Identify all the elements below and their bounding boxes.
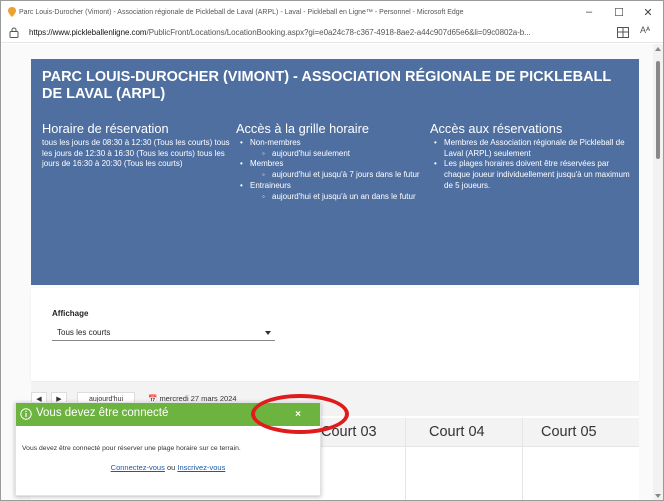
court-header-04: Court 04 (429, 424, 485, 440)
list-item: Entraineurs aujourd'hui et jusqu'à un an… (236, 181, 431, 202)
title-bar: Parc Louis-Durocher (Vimont) - Associati… (1, 1, 663, 23)
reservation-access-section: Accès aux réservations Membres de Associ… (430, 122, 630, 192)
lock-icon[interactable] (9, 27, 19, 38)
or-text: ou (166, 463, 176, 472)
reservation-access-list: Membres de Association régionale de Pick… (430, 138, 630, 192)
login-link[interactable]: Connectez-vous (111, 463, 165, 472)
close-window-button[interactable]: ✕ (633, 1, 663, 23)
url-host: https://www.pickleballenligne.com (29, 28, 147, 37)
annotation-circle (251, 394, 349, 434)
list-item: Les plages horaires doivent être réservé… (430, 159, 630, 191)
page-title: PARC LOUIS-DUROCHER (VIMONT) - ASSOCIATI… (42, 69, 611, 102)
url-text[interactable]: https://www.pickleballenligne.com/Public… (29, 28, 531, 37)
minimize-button[interactable]: – (574, 1, 604, 23)
court-select-value: Tous les courts (57, 328, 111, 337)
group-label: Entraineurs (250, 180, 291, 190)
list-item: Membres aujourd'hui et jusqu'à 7 jours d… (236, 159, 431, 180)
list-item: Non-membres aujourd'hui seulement (236, 138, 431, 159)
group-label: Non-membres (250, 138, 301, 147)
scroll-thumb[interactable] (656, 61, 660, 159)
window-title: Parc Louis-Durocher (Vimont) - Associati… (19, 8, 464, 16)
app-logo-icon (8, 7, 16, 17)
list-item: aujourd'hui seulement (250, 149, 431, 160)
toast-message: Vous devez être connecté pour réserver u… (22, 445, 241, 452)
browser-window: Parc Louis-Durocher (Vimont) - Associati… (0, 0, 664, 501)
court-select[interactable]: Tous les courts (52, 324, 275, 341)
schedule-hours-section: Horaire de réservation tous les jours de… (42, 122, 237, 170)
chevron-down-icon (265, 331, 271, 335)
address-bar[interactable]: https://www.pickleballenligne.com/Public… (1, 23, 663, 43)
list-item: aujourd'hui et jusqu'à 7 jours dans le f… (250, 170, 431, 181)
url-path: /PublicFront/Locations/LocationBooking.a… (146, 28, 531, 37)
scroll-up-arrow-icon[interactable] (655, 47, 661, 51)
info-icon (20, 408, 32, 420)
display-filter-card: Affichage Tous les courts (31, 288, 639, 381)
scroll-down-arrow-icon[interactable] (655, 494, 661, 498)
list-item: aujourd'hui et jusqu'à un an dans le fut… (250, 192, 431, 203)
split-screen-icon[interactable] (617, 27, 629, 38)
vertical-scrollbar[interactable] (653, 44, 663, 500)
schedule-hours-text: tous les jours de 08:30 à 12:30 (Tous le… (42, 138, 230, 169)
read-aloud-icon[interactable]: Aᴬ (640, 25, 650, 35)
grid-access-list: Non-membres aujourd'hui seulement Membre… (236, 138, 431, 202)
court-header-05: Court 05 (541, 424, 597, 440)
grid-access-section: Accès à la grille horaire Non-membres au… (236, 122, 431, 202)
register-link[interactable]: Inscrivez-vous (177, 463, 225, 472)
grid-access-heading: Accès à la grille horaire (236, 121, 370, 136)
display-filter-label: Affichage (52, 309, 89, 318)
location-banner: PARC LOUIS-DUROCHER (VIMONT) - ASSOCIATI… (31, 59, 639, 285)
reservation-access-heading: Accès aux réservations (430, 121, 563, 136)
group-label: Membres (250, 159, 284, 169)
toast-actions: Connectez-vous ou Inscrivez-vous (16, 463, 320, 472)
list-item: Membres de Association régionale de Pick… (430, 138, 630, 159)
maximize-button[interactable]: ☐ (604, 1, 634, 23)
schedule-hours-heading: Horaire de réservation (42, 121, 169, 136)
toast-title: Vous devez être connecté (36, 407, 169, 419)
